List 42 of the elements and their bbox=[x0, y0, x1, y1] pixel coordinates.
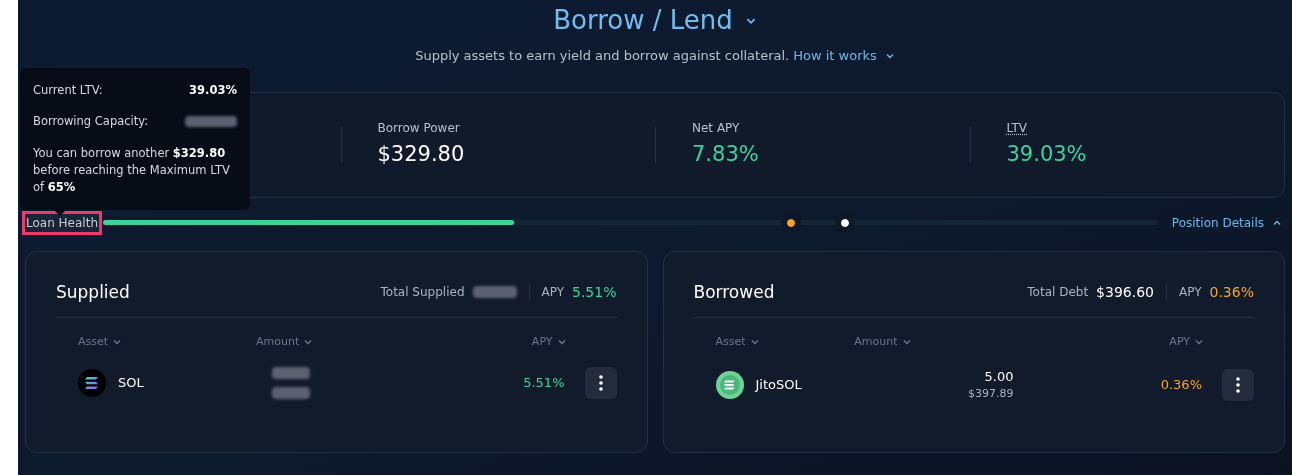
stat-value: 39.03% bbox=[1006, 140, 1088, 168]
total-label: Total Supplied bbox=[380, 284, 465, 302]
total-value: $396.60 bbox=[1096, 282, 1154, 302]
asset-name: JitoSOL bbox=[755, 375, 802, 394]
page-title[interactable]: Borrow / Lend bbox=[553, 1, 757, 40]
how-it-works-link[interactable]: How it works bbox=[793, 46, 895, 66]
redacted-value bbox=[272, 386, 310, 399]
apy-value: 5.51% bbox=[523, 373, 565, 392]
apy-value: 0.36% bbox=[1160, 375, 1202, 394]
apy-label: APY bbox=[1179, 284, 1202, 302]
tooltip-value: 39.03% bbox=[189, 82, 237, 99]
more-icon bbox=[598, 374, 603, 391]
stat-label: Borrow Power bbox=[377, 119, 460, 137]
panel-title: Borrowed bbox=[693, 280, 775, 304]
column-header[interactable]: Amount bbox=[256, 334, 444, 351]
amount-usd: $397.89 bbox=[968, 386, 1014, 402]
column-header[interactable]: APY bbox=[1169, 334, 1204, 351]
more-button[interactable] bbox=[584, 366, 617, 399]
subtitle: Supply assets to earn yield and borrow against collateral. bbox=[415, 47, 790, 65]
more-button[interactable] bbox=[1222, 368, 1254, 401]
amount-value: 5.00 bbox=[984, 367, 1014, 386]
stat-label: LTV bbox=[1006, 119, 1028, 137]
apy-value: 0.36% bbox=[1209, 282, 1254, 302]
token-icon bbox=[715, 370, 744, 399]
stat-label: Net APY bbox=[692, 119, 740, 137]
tooltip-label: Current LTV: bbox=[33, 82, 103, 99]
stat-value: 7.83% bbox=[692, 140, 760, 168]
column-header[interactable]: Asset bbox=[78, 334, 256, 351]
stat-value: $329.80 bbox=[377, 140, 466, 168]
token-icon bbox=[78, 368, 106, 397]
column-header[interactable]: Amount bbox=[854, 334, 912, 351]
position-details-link[interactable]: Position Details bbox=[1171, 213, 1282, 232]
total-label: Total Debt bbox=[1027, 284, 1089, 302]
loan-health-label: Loan Health bbox=[25, 213, 99, 232]
tooltip-label: Borrowing Capacity: bbox=[33, 113, 149, 131]
tooltip-note: You can borrow another $329.80 before reaching the Maximum LTV of 65% bbox=[33, 144, 231, 196]
panel-title: Supplied bbox=[56, 280, 130, 304]
apy-value: 5.51% bbox=[572, 282, 617, 302]
column-header[interactable]: APY bbox=[531, 334, 567, 351]
apy-label: APY bbox=[541, 284, 564, 302]
asset-name: SOL bbox=[118, 373, 144, 392]
more-icon bbox=[1236, 376, 1240, 393]
